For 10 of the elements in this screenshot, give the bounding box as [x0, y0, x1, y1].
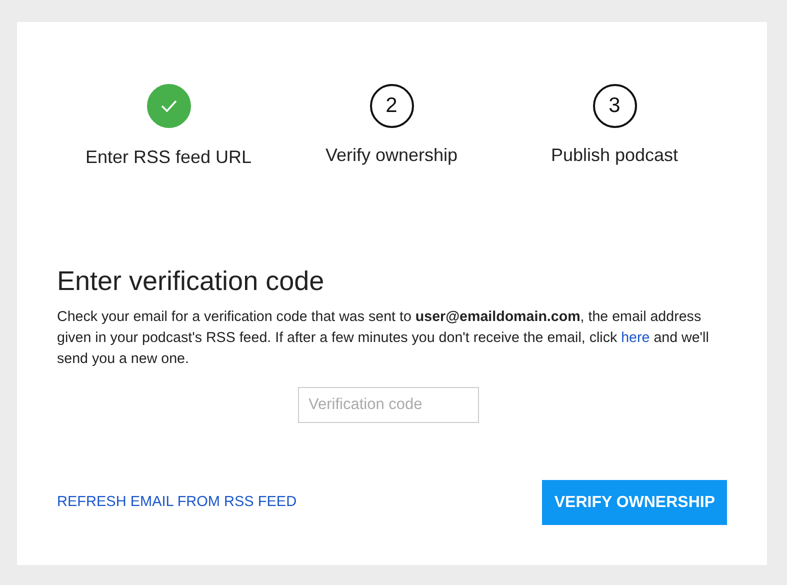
- here-link[interactable]: here: [621, 330, 650, 346]
- step-label: Verify ownership: [325, 144, 458, 167]
- refresh-email-link[interactable]: REFRESH EMAIL FROM RSS FEED: [57, 492, 297, 514]
- page-heading: Enter verification code: [57, 265, 326, 298]
- step-number: 3: [592, 84, 636, 128]
- verification-code-field[interactable]: Verification code: [298, 387, 478, 424]
- step-label: Publish podcast: [550, 144, 678, 167]
- step-number: 2: [370, 84, 414, 128]
- step-label: Enter RSS feed URL: [85, 146, 252, 169]
- instructions-text: Check your email for a verification code that was sent to user@emaildomain.com, the email address given in your podcast's RSS feed. If after a few minutes you don't receive the email, click here and we'll send you a new one.: [57, 308, 710, 370]
